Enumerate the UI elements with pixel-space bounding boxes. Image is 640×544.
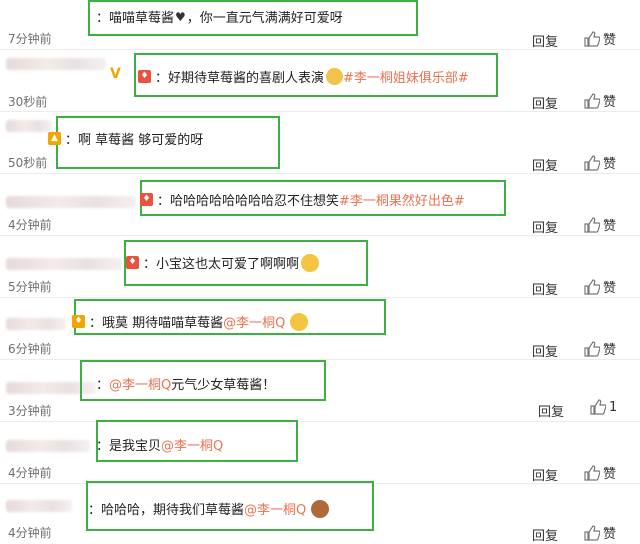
- thumbs-up-icon: [584, 216, 600, 233]
- thumbs-up-icon: [584, 524, 600, 541]
- reply-button[interactable]: 回复: [532, 279, 558, 298]
- comment-text: ：喵喵草莓酱 ♥ ，你一直元气满满好可爱呀: [96, 9, 343, 27]
- reply-button[interactable]: 回复: [532, 341, 558, 360]
- like-button[interactable]: 赞: [584, 463, 616, 482]
- blurred-username: [6, 258, 122, 270]
- thumbs-up-icon: [584, 340, 600, 357]
- comment-text: ▲ ：啊 草莓酱 够可爱的呀: [48, 129, 203, 148]
- like-button[interactable]: 1: [590, 399, 617, 415]
- doge-icon: [326, 68, 344, 85]
- comment-text: ：哈哈哈，期待我们草莓酱 @李一桐Q: [88, 499, 330, 518]
- member-badge-icon: ♦: [72, 315, 85, 328]
- blurred-username: [6, 440, 90, 452]
- comment-list: 7分钟前 回复 赞 ：喵喵草莓酱 ♥ ，你一直元气满满好可爱呀 30秒前 回复 赞…: [0, 0, 640, 544]
- like-label: 赞: [603, 33, 617, 48]
- verified-badge-icon: V: [110, 66, 121, 82]
- crying-face-icon: [290, 312, 309, 331]
- comment-text: ：是我宝贝 @李一桐Q: [96, 435, 223, 454]
- comment-time: 6分钟前: [8, 342, 52, 356]
- thumbs-up-icon: [584, 92, 600, 109]
- thumbs-up-icon: [584, 464, 600, 481]
- thumbs-up-icon: [584, 30, 600, 47]
- blurred-username: [6, 58, 106, 70]
- user-mention[interactable]: @李一桐Q: [223, 312, 285, 331]
- heart-icon: ♥: [175, 9, 186, 24]
- reply-button[interactable]: 回复: [532, 525, 558, 544]
- blurred-username: [6, 318, 66, 330]
- user-mention[interactable]: @李一桐Q: [161, 435, 223, 454]
- like-button[interactable]: 赞: [584, 523, 616, 542]
- user-mention[interactable]: @李一桐Q: [244, 499, 306, 518]
- reply-button[interactable]: 回复: [538, 401, 564, 420]
- reply-button[interactable]: 回复: [532, 155, 558, 174]
- comment-time: 30秒前: [8, 95, 48, 109]
- blurred-username: [6, 120, 52, 132]
- thumbs-up-icon: [590, 399, 606, 415]
- comment-text: ： @李一桐Q 元气少女草莓酱！: [96, 374, 275, 393]
- comment-text: ♦ ：哈哈哈哈哈哈哈哈忍不住想笑 #李一桐果然好出色#: [140, 190, 465, 209]
- like-button[interactable]: 赞: [584, 29, 616, 48]
- reply-button[interactable]: 回复: [532, 93, 558, 112]
- comment-time: 4分钟前: [8, 466, 52, 480]
- topic-tag[interactable]: #李一桐果然好出色#: [339, 190, 465, 209]
- comment-time: 4分钟前: [8, 526, 52, 540]
- reply-button[interactable]: 回复: [532, 217, 558, 236]
- kiss-face-icon: [301, 253, 320, 272]
- comment-text: ♦ ：小宝这也太可爱了啊啊啊: [126, 253, 320, 272]
- thumbs-up-icon: [584, 278, 600, 295]
- like-button[interactable]: 赞: [584, 91, 616, 110]
- member-badge-icon: ♦: [138, 70, 151, 83]
- comment-time: 4分钟前: [8, 218, 52, 232]
- member-badge-icon: ♦: [140, 193, 153, 206]
- like-button[interactable]: 赞: [584, 277, 616, 296]
- like-button[interactable]: 赞: [584, 153, 616, 172]
- reply-button[interactable]: 回复: [532, 31, 558, 50]
- thumbs-up-icon: [584, 154, 600, 171]
- blurred-username: [6, 500, 72, 512]
- reply-button[interactable]: 回复: [532, 465, 558, 484]
- member-badge-icon: ▲: [48, 132, 61, 145]
- bear-face-icon: [311, 499, 330, 518]
- topic-tag[interactable]: #李一桐姐妹俱乐部#: [343, 67, 469, 86]
- comment-text: ♦ ：好期待草莓酱的喜剧人表演 #李一桐姐妹俱乐部#: [138, 67, 469, 86]
- comment-text: ♦ ：哦莫 期待喵喵草莓酱 @李一桐Q: [72, 312, 309, 331]
- comment-time: 50秒前: [8, 156, 48, 170]
- user-mention[interactable]: @李一桐Q: [109, 374, 171, 393]
- like-button[interactable]: 赞: [584, 215, 616, 234]
- comment-time: 3分钟前: [8, 404, 52, 418]
- like-button[interactable]: 赞: [584, 339, 616, 358]
- comment-time: 7分钟前: [8, 32, 52, 46]
- blurred-username: [6, 196, 136, 208]
- member-badge-icon: ♦: [126, 256, 139, 269]
- comment-time: 5分钟前: [8, 280, 52, 294]
